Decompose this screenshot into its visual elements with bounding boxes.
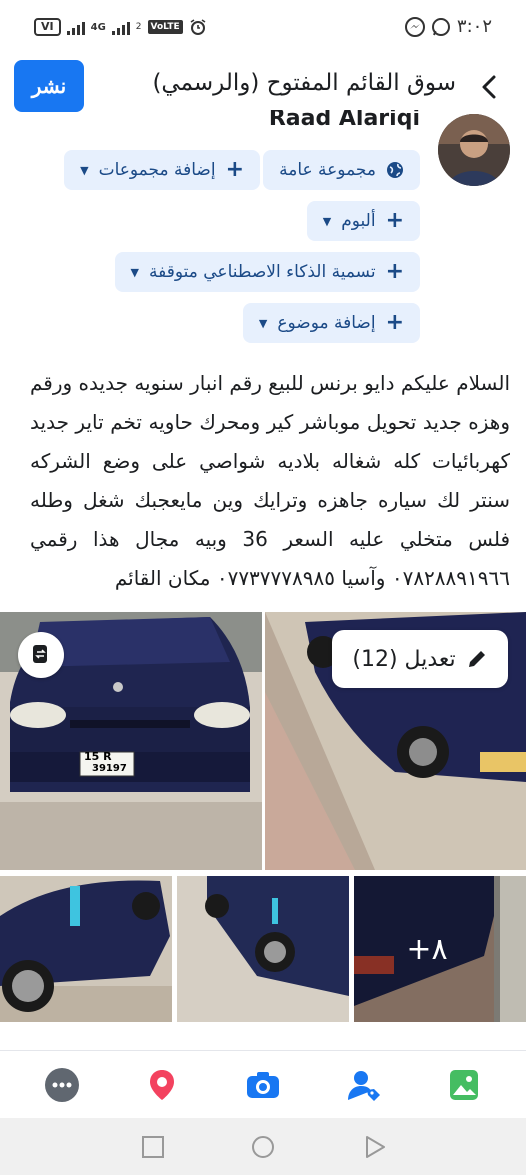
plus-icon: +	[385, 259, 404, 284]
chevron-right-icon[interactable]	[474, 72, 504, 102]
system-nav-bar	[0, 1118, 526, 1175]
user-name: Raad Alariqi	[268, 110, 420, 131]
sim-number: 2	[135, 22, 142, 32]
messenger-icon	[404, 16, 425, 37]
composer-action-bar	[0, 1050, 526, 1118]
signal-icon-2	[111, 19, 130, 35]
audience-label: مجموعة عامة	[279, 160, 376, 180]
audience-chip[interactable]: مجموعة عامة	[263, 150, 420, 190]
globe-icon	[387, 162, 403, 178]
plus-icon: +	[225, 157, 244, 182]
plus-icon: +	[385, 208, 404, 233]
location-icon[interactable]	[144, 1067, 180, 1103]
network-type: 4G	[90, 21, 106, 33]
publish-button[interactable]: نشر	[14, 60, 84, 112]
status-right: ٣:٠٢	[404, 16, 492, 37]
carrier-badge: VI	[34, 18, 61, 36]
header: نشر سوق القائم المفتوح (والرسمي)	[0, 58, 526, 116]
add-topic-chip[interactable]: + إضافة موضوع ▼	[242, 303, 420, 343]
caret-down-icon: ▼	[258, 316, 268, 330]
add-topic-label: إضافة موضوع	[277, 313, 376, 333]
alarm-icon	[190, 19, 206, 35]
caret-down-icon: ▼	[322, 214, 332, 228]
page-title: سوق القائم المفتوح (والرسمي)	[152, 70, 456, 96]
status-left: VI 4G 2 VoLTE	[34, 18, 207, 36]
photo-4[interactable]	[177, 876, 349, 1022]
album-label: ألبوم	[341, 211, 376, 231]
tag-people-icon[interactable]	[346, 1067, 382, 1103]
plus-icon: +	[385, 310, 404, 335]
post-text-input[interactable]: السلام عليكم دايو برنس للبيع رقم انبار س…	[30, 364, 510, 600]
plate-top: 15 R	[84, 750, 112, 763]
whatsapp-icon	[431, 17, 450, 36]
more-photos-overlay[interactable]: +٨	[354, 876, 500, 1022]
caret-down-icon: ▼	[80, 163, 89, 177]
back-nav-icon[interactable]	[362, 1134, 388, 1160]
clock: ٣:٠٢	[456, 16, 492, 37]
more-icon[interactable]	[44, 1067, 80, 1103]
recents-icon[interactable]	[140, 1134, 166, 1160]
pencil-icon	[468, 651, 485, 667]
avatar[interactable]	[438, 114, 510, 186]
swap-icon	[33, 645, 47, 663]
home-icon[interactable]	[250, 1134, 276, 1160]
signal-icon	[66, 19, 85, 35]
swap-photo-button[interactable]	[18, 632, 64, 678]
edit-photos-button[interactable]: تعديل (12)	[332, 630, 508, 688]
caret-down-icon: ▼	[130, 265, 139, 279]
photo-3[interactable]	[0, 876, 172, 1022]
edit-photos-label: تعديل (12)	[352, 646, 456, 672]
photo-icon[interactable]	[446, 1067, 482, 1103]
ai-label-text: تسمية الذكاء الاصطناعي متوقفة	[149, 262, 376, 282]
ai-label-chip[interactable]: + تسمية الذكاء الاصطناعي متوقفة ▼	[114, 252, 420, 292]
volte-badge: VoLTE	[147, 20, 183, 34]
add-groups-label: إضافة مجموعات	[98, 160, 216, 180]
plate-bottom: 39197	[92, 763, 127, 774]
add-groups-chip[interactable]: + إضافة مجموعات ▼	[64, 150, 260, 190]
status-bar: VI 4G 2 VoLTE ٣:٠٢	[0, 0, 526, 60]
album-chip[interactable]: + ألبوم ▼	[306, 201, 420, 241]
camera-icon[interactable]	[245, 1067, 281, 1103]
